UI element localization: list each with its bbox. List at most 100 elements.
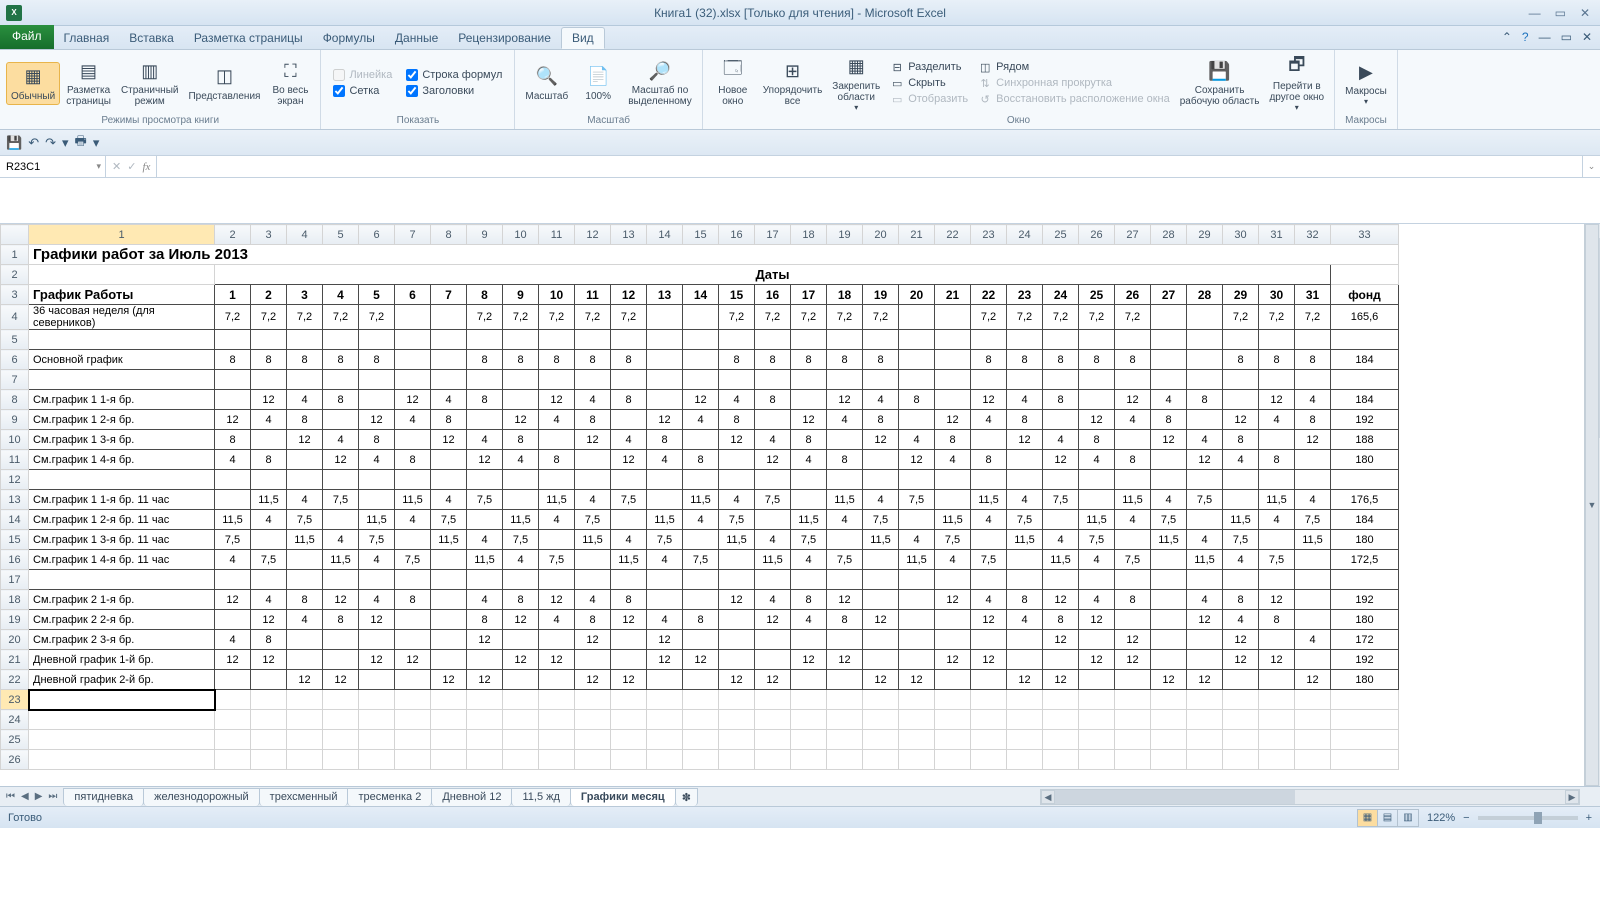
cell[interactable]: 8	[323, 390, 359, 410]
cell[interactable]	[359, 330, 395, 350]
cell[interactable]	[719, 570, 755, 590]
cell[interactable]: 4	[323, 430, 359, 450]
cell[interactable]	[719, 730, 755, 750]
cell[interactable]	[287, 370, 323, 390]
cell[interactable]	[647, 590, 683, 610]
cell[interactable]	[899, 590, 935, 610]
row-header[interactable]: 13	[1, 490, 29, 510]
cell[interactable]	[503, 630, 539, 650]
cell[interactable]	[1043, 510, 1079, 530]
cell[interactable]: 7,5	[1259, 550, 1295, 570]
normal-view-button[interactable]: ▦Обычный	[6, 62, 60, 105]
cell[interactable]	[467, 330, 503, 350]
cell[interactable]: 12	[791, 410, 827, 430]
cell[interactable]	[647, 350, 683, 370]
cell[interactable]: 4	[251, 410, 287, 430]
cell[interactable]	[287, 730, 323, 750]
cell[interactable]: 8	[395, 450, 431, 470]
zoom-selection-button[interactable]: 🔎Масштаб по выделенному	[624, 57, 696, 109]
cell[interactable]	[683, 305, 719, 330]
cell[interactable]	[611, 750, 647, 770]
cell[interactable]: 11,5	[323, 550, 359, 570]
cell[interactable]	[539, 630, 575, 650]
cell[interactable]: 7,5	[215, 530, 251, 550]
cell[interactable]: 4	[755, 430, 791, 450]
cell[interactable]	[575, 650, 611, 670]
close-icon[interactable]: ✕	[1580, 6, 1590, 20]
column-header[interactable]: 1	[29, 225, 215, 245]
cell[interactable]: 12	[1259, 390, 1295, 410]
cell[interactable]	[467, 650, 503, 670]
row-header[interactable]: 26	[1, 750, 29, 770]
cell[interactable]: 12	[251, 610, 287, 630]
scroll-right-icon[interactable]: ▶	[1565, 790, 1579, 804]
cell[interactable]: 7,5	[827, 550, 863, 570]
cell[interactable]	[431, 450, 467, 470]
cell[interactable]: 4	[719, 390, 755, 410]
cell[interactable]	[287, 650, 323, 670]
cell[interactable]	[1007, 730, 1043, 750]
cell[interactable]	[791, 630, 827, 650]
cell[interactable]	[1259, 630, 1295, 650]
cell[interactable]	[1079, 370, 1115, 390]
column-header[interactable]: 17	[755, 225, 791, 245]
cell[interactable]: 8	[395, 590, 431, 610]
cell[interactable]: 4	[1259, 510, 1295, 530]
cell[interactable]	[1259, 690, 1295, 710]
cell[interactable]: 11,5	[1259, 490, 1295, 510]
cell[interactable]: 11,5	[719, 530, 755, 550]
cell[interactable]	[1151, 350, 1187, 370]
cell[interactable]	[935, 730, 971, 750]
help-icon[interactable]: ?	[1522, 30, 1529, 44]
cell[interactable]: 12	[1187, 670, 1223, 690]
cell[interactable]: 4	[611, 530, 647, 550]
cell[interactable]: 7,5	[1043, 490, 1079, 510]
cell[interactable]: 7,5	[395, 550, 431, 570]
cell[interactable]	[359, 570, 395, 590]
cell[interactable]	[791, 490, 827, 510]
row-header[interactable]: 5	[1, 330, 29, 350]
cell[interactable]	[287, 570, 323, 590]
cell[interactable]: 8	[719, 410, 755, 430]
cell[interactable]	[1223, 690, 1259, 710]
row-label[interactable]: Дневной график 2-й бр.	[29, 670, 215, 690]
cell[interactable]: 7,2	[575, 305, 611, 330]
cell[interactable]: 7,5	[1151, 510, 1187, 530]
expand-formula-icon[interactable]: ⌄	[1582, 156, 1600, 177]
cell[interactable]	[611, 710, 647, 730]
cell[interactable]	[1295, 550, 1331, 570]
cell[interactable]: 4	[791, 450, 827, 470]
cell[interactable]: 7,2	[359, 305, 395, 330]
column-header[interactable]: 25	[1043, 225, 1079, 245]
first-sheet-icon[interactable]: ⏮	[4, 791, 17, 802]
cell[interactable]	[1151, 630, 1187, 650]
cell[interactable]	[1223, 330, 1259, 350]
cell[interactable]	[683, 670, 719, 690]
cell[interactable]: 4	[971, 410, 1007, 430]
cell[interactable]: 11,5	[431, 530, 467, 550]
cell[interactable]: 11,5	[683, 490, 719, 510]
cell[interactable]: 12	[1259, 590, 1295, 610]
cell[interactable]	[395, 610, 431, 630]
cell[interactable]	[1115, 330, 1151, 350]
minimize-icon[interactable]: ―	[1529, 6, 1541, 20]
cell[interactable]	[215, 750, 251, 770]
cell[interactable]	[215, 670, 251, 690]
cell[interactable]	[251, 750, 287, 770]
cell[interactable]: 8	[611, 590, 647, 610]
cell[interactable]: 12	[1115, 390, 1151, 410]
cell[interactable]	[395, 430, 431, 450]
cell[interactable]	[1079, 570, 1115, 590]
cell[interactable]: 8	[323, 610, 359, 630]
cell[interactable]	[719, 450, 755, 470]
cell[interactable]: 12	[1151, 430, 1187, 450]
cell[interactable]	[971, 570, 1007, 590]
cell[interactable]	[827, 670, 863, 690]
minimize-ribbon-icon[interactable]: ⌃	[1502, 30, 1512, 44]
cell[interactable]	[431, 370, 467, 390]
column-header[interactable]: 19	[827, 225, 863, 245]
cell[interactable]: 8	[467, 610, 503, 630]
cell[interactable]: 4	[467, 430, 503, 450]
cell[interactable]: 4	[575, 590, 611, 610]
cell[interactable]: 4	[1115, 510, 1151, 530]
